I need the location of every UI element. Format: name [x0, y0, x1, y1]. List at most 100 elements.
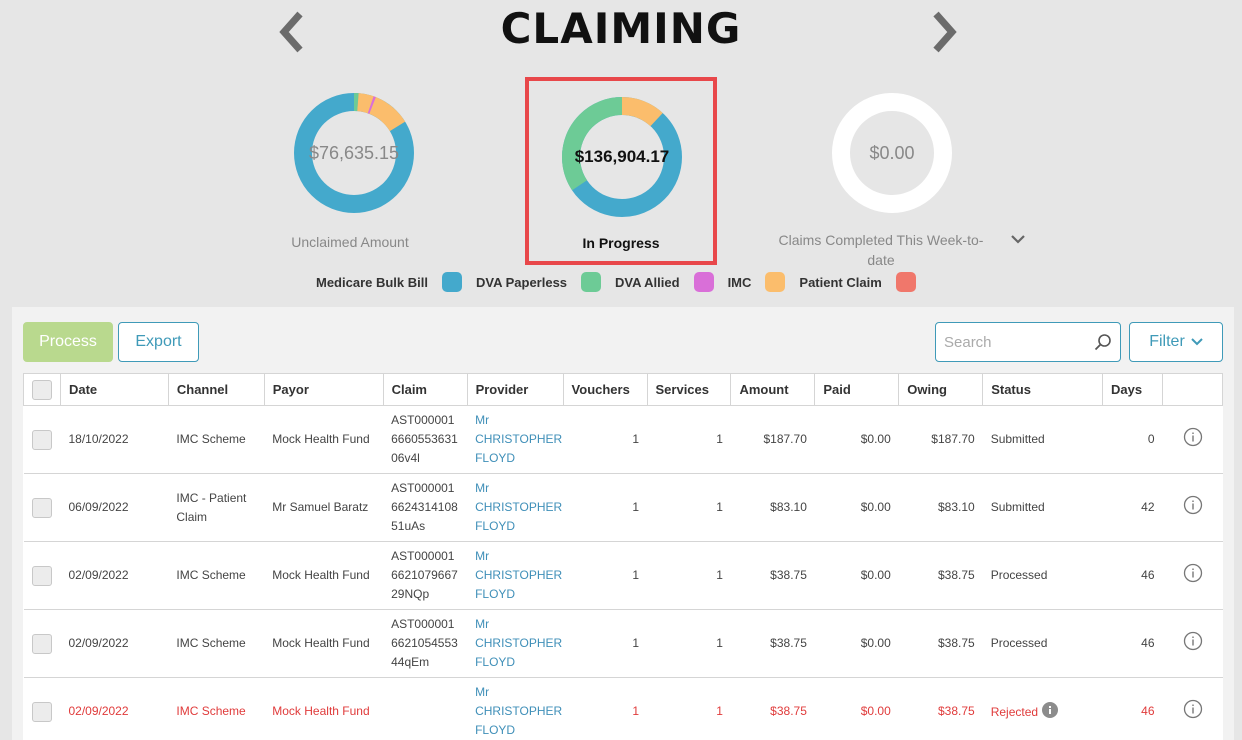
row-checkbox[interactable]: [31, 701, 52, 722]
row-select-cell: [23, 609, 61, 678]
services-cell: 1: [647, 473, 731, 542]
column-header-paid[interactable]: Paid: [814, 373, 900, 406]
table-row[interactable]: 02/09/2022 IMC Scheme Mock Health Fund AST0…: [23, 541, 1223, 610]
info-icon[interactable]: [1183, 631, 1203, 651]
completed-value: $0.00: [869, 143, 915, 163]
row-select-cell: [23, 677, 61, 740]
search-icon[interactable]: [1094, 333, 1112, 351]
row-checkbox[interactable]: [31, 497, 52, 518]
table-row[interactable]: 02/09/2022 IMC Scheme Mock Health Fund AST0…: [23, 609, 1223, 678]
table-header-row: Date Channel Payor Claim Provider Vouche…: [23, 373, 1223, 406]
column-header-date[interactable]: Date: [59, 373, 169, 406]
claim-id: AST000001662105455344qEm: [391, 617, 458, 669]
column-header-claim[interactable]: Claim: [382, 373, 468, 406]
vouchers-cell: 1: [563, 541, 647, 610]
amount-cell: $187.70: [730, 405, 815, 474]
status-text: Submitted: [990, 432, 1045, 446]
completed-summary[interactable]: $0.00: [830, 92, 954, 214]
legend-label: Medicare Bulk Bill: [316, 274, 428, 290]
amount-cell: $38.75: [730, 541, 815, 610]
status-cell: Submitted: [982, 405, 1103, 474]
highlight-box: [525, 77, 717, 265]
legend-swatch: [693, 272, 714, 292]
provider-link[interactable]: Mr CHRISTOPHER FLOYD: [475, 547, 562, 604]
provider-cell: Mr CHRISTOPHER FLOYD: [467, 609, 564, 678]
column-header-payor[interactable]: Payor: [263, 373, 384, 406]
search-box: [935, 322, 1121, 362]
column-header-amount[interactable]: Amount: [730, 373, 816, 406]
status-cell: Processed: [982, 609, 1103, 678]
next-arrow-icon[interactable]: [930, 10, 960, 54]
column-header-channel[interactable]: Channel: [167, 373, 265, 406]
vouchers-cell: 1: [563, 405, 647, 474]
info-icon[interactable]: [1183, 427, 1203, 447]
status-text: Submitted: [990, 500, 1045, 514]
process-button[interactable]: Process: [23, 322, 113, 362]
claim-cell: AST000001662431410851uAs: [383, 473, 468, 542]
row-checkbox[interactable]: [31, 565, 52, 586]
days-cell: 0: [1102, 405, 1163, 474]
paid-cell: $0.00: [814, 473, 899, 542]
page-title: CLAIMING: [500, 4, 742, 53]
provider-link[interactable]: Mr CHRISTOPHER FLOYD: [475, 615, 562, 672]
payor-cell: Mock Health Fund: [264, 541, 384, 610]
filter-button[interactable]: Filter: [1129, 322, 1223, 362]
legend-label: IMC: [727, 274, 752, 290]
export-button[interactable]: Export: [118, 322, 199, 362]
legend-label: DVA Allied: [615, 274, 680, 290]
unclaimed-summary[interactable]: $76,635.15: [290, 92, 418, 214]
column-header-status[interactable]: Status: [982, 373, 1104, 406]
column-header-provider[interactable]: Provider: [466, 373, 564, 406]
payor-cell: Mock Health Fund: [264, 677, 384, 740]
days-cell: 46: [1102, 609, 1163, 678]
claim-id: AST000001666055363106v4l: [391, 413, 458, 465]
legend-item-medicare-bulk-bill: Medicare Bulk Bill: [316, 272, 462, 292]
legend-swatch: [895, 272, 916, 292]
days-cell: 46: [1102, 677, 1163, 740]
column-header-actions: [1162, 373, 1223, 406]
owing-cell: $83.10: [898, 473, 983, 542]
legend-item-imc: IMC: [728, 272, 786, 292]
status-text: Processed: [990, 636, 1048, 650]
info-icon[interactable]: [1183, 495, 1203, 515]
legend-item-dva-paperless: DVA Paperless: [475, 272, 602, 292]
owing-cell: $187.70: [898, 405, 983, 474]
unclaimed-donut-chart: $76,635.15: [293, 92, 415, 214]
paid-cell: $0.00: [814, 541, 899, 610]
days-cell: 46: [1102, 541, 1163, 610]
channel-cell: IMC - Patient Claim: [168, 473, 265, 542]
chevron-down-icon[interactable]: [1010, 232, 1026, 244]
row-select-cell: [23, 405, 61, 474]
column-header-owing[interactable]: Owing: [898, 373, 984, 406]
provider-link[interactable]: Mr CHRISTOPHER FLOYD: [475, 479, 562, 536]
legend-label: DVA Paperless: [475, 274, 568, 290]
claim-cell: AST000001666055363106v4l: [383, 405, 468, 474]
provider-link[interactable]: Mr CHRISTOPHER FLOYD: [475, 411, 562, 468]
column-header-vouchers[interactable]: Vouchers: [562, 373, 648, 406]
table-row[interactable]: 06/09/2022 IMC - Patient Claim Mr Samuel B…: [23, 473, 1223, 542]
info-icon[interactable]: [1183, 563, 1203, 583]
provider-cell: Mr CHRISTOPHER FLOYD: [467, 541, 564, 610]
amount-cell: $38.75: [730, 677, 815, 740]
provider-link[interactable]: Mr CHRISTOPHER FLOYD: [475, 683, 562, 740]
row-checkbox[interactable]: [31, 633, 52, 654]
info-cell: [1162, 473, 1223, 542]
select-all-checkbox[interactable]: [32, 379, 52, 400]
column-header-days[interactable]: Days: [1102, 373, 1163, 406]
rejection-info-icon[interactable]: [1042, 701, 1059, 718]
vouchers-cell: 1: [563, 677, 647, 740]
claim-id: AST000001662107966729NQp: [391, 549, 458, 601]
claim-id: AST000001662431410851uAs: [391, 481, 458, 533]
unclaimed-value: $76,635.15: [308, 143, 400, 163]
legend-label: Patient Claim: [799, 274, 882, 290]
claim-cell: AST000001662107966729NQp: [383, 541, 468, 610]
row-checkbox[interactable]: [31, 429, 52, 450]
info-cell: [1162, 541, 1223, 610]
column-header-services[interactable]: Services: [646, 373, 732, 406]
table-row[interactable]: 18/10/2022 IMC Scheme Mock Health Fund AST0…: [23, 405, 1223, 474]
claims-panel: Process Export Filter Date Channel Payor…: [12, 307, 1234, 740]
info-icon[interactable]: [1183, 699, 1203, 719]
search-input[interactable]: [944, 324, 1094, 360]
table-row[interactable]: 02/09/2022 IMC Scheme Mock Health Fund Mr C…: [23, 677, 1223, 740]
chevron-down-icon: [1191, 338, 1203, 346]
